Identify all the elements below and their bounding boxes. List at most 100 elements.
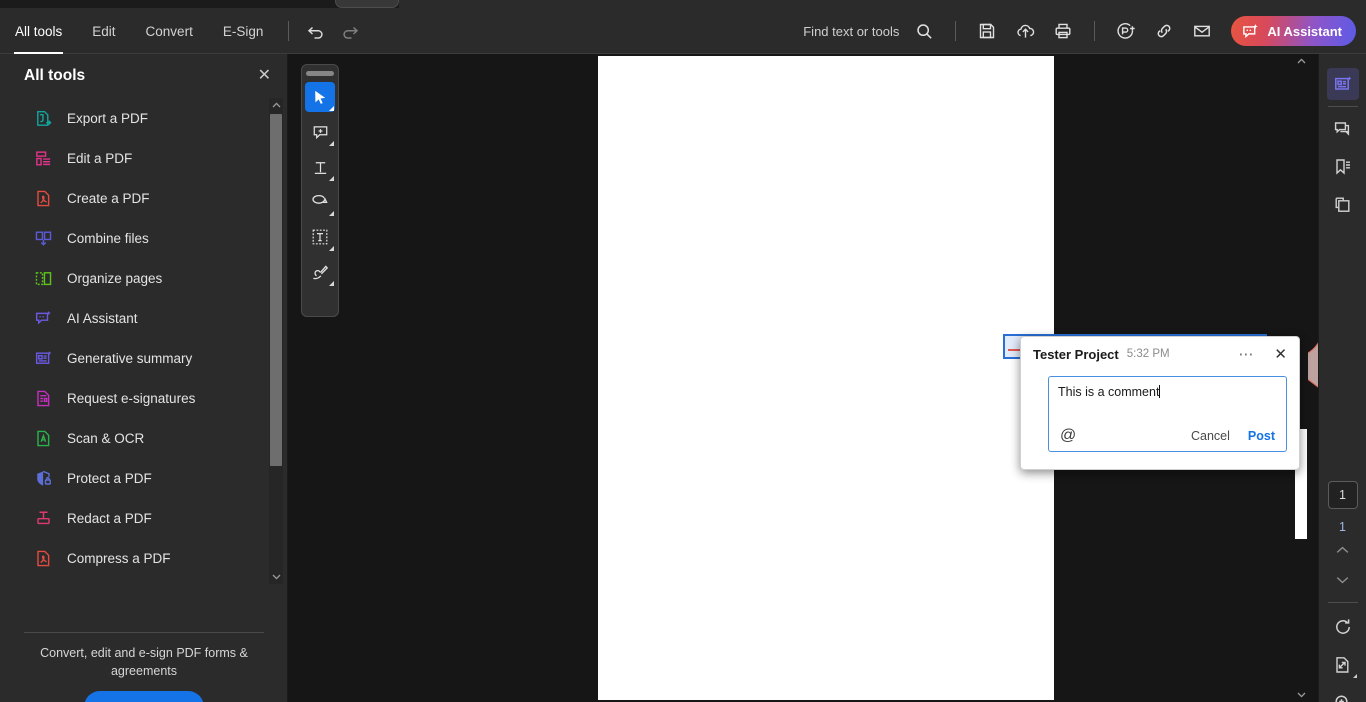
tools-list: Export a PDF Edit a PDF Create a PDF Com… xyxy=(0,98,288,584)
add-stamp-button[interactable] xyxy=(1109,14,1143,48)
undo-icon xyxy=(308,26,323,39)
fit-page-button[interactable] xyxy=(1327,649,1359,681)
sidebar-item-export-a-pdf[interactable]: Export a PDF xyxy=(0,98,288,138)
sidebar-item-request-e-signatures[interactable]: Request e-signatures xyxy=(0,378,288,418)
sidebar-item-label: Protect a PDF xyxy=(67,470,152,486)
upload-cloud-button[interactable] xyxy=(1008,14,1042,48)
previous-page-button[interactable] xyxy=(1327,536,1359,564)
promo-text: Convert, edit and e-sign PDF forms & agr… xyxy=(40,646,248,679)
chevron-up-icon[interactable] xyxy=(269,98,283,112)
free-trial-button[interactable]: Free 7-day trial xyxy=(84,691,204,702)
text-caret xyxy=(1159,385,1161,398)
close-panel-button[interactable]: ✕ xyxy=(258,68,271,84)
ai-assistant-button[interactable]: AI Assistant xyxy=(1231,16,1356,46)
rail-generative-summary-button[interactable] xyxy=(1326,68,1359,100)
comment-popup[interactable]: Tester Project 5:32 PM ⋯ ✕ This is a com… xyxy=(1020,336,1300,470)
rail-divider xyxy=(1327,106,1358,107)
rail-bookmarks-button[interactable] xyxy=(1327,151,1359,183)
sidebar-item-create-a-pdf[interactable]: Create a PDF xyxy=(0,178,288,218)
sidebar-item-label: Organize pages xyxy=(67,270,163,286)
comments-icon xyxy=(1334,122,1349,136)
comment-plus-icon xyxy=(313,125,327,139)
panel-header: All tools ✕ xyxy=(0,54,287,98)
mail-button[interactable] xyxy=(1185,14,1219,48)
next-page-button[interactable] xyxy=(1327,566,1359,594)
tab-edit-label: Edit xyxy=(92,23,116,39)
drag-handle[interactable] xyxy=(306,71,334,76)
zoom-in-icon xyxy=(1334,695,1348,702)
sidebar-item-label: Edit a PDF xyxy=(67,150,133,166)
link-button[interactable] xyxy=(1147,14,1181,48)
search-button[interactable] xyxy=(907,14,941,48)
add-stamp-icon xyxy=(1117,22,1135,39)
chevron-down-icon xyxy=(329,246,334,251)
post-button[interactable]: Post xyxy=(1248,429,1275,443)
all-tools-panel: All tools ✕ Export a PDF Edit a PDF Crea… xyxy=(0,54,288,702)
sidebar-item-redact-a-pdf[interactable]: Redact a PDF xyxy=(0,498,288,538)
chevron-down-icon xyxy=(329,106,334,111)
rail-page-thumbnails-button[interactable] xyxy=(1327,189,1359,221)
sidebar-item-protect-a-pdf[interactable]: Protect a PDF xyxy=(0,458,288,498)
more-options-icon[interactable]: ⋯ xyxy=(1238,347,1254,362)
chevron-down-icon[interactable] xyxy=(269,570,283,584)
generative-summary-icon xyxy=(1334,76,1351,90)
text-select-tool-button[interactable] xyxy=(305,222,335,252)
page-number-input[interactable]: 1 xyxy=(1327,481,1358,509)
current-page-value: 1 xyxy=(1339,488,1346,502)
comment-timestamp: 5:32 PM xyxy=(1126,348,1170,360)
rotate-button[interactable] xyxy=(1327,611,1359,643)
sidebar-item-edit-a-pdf[interactable]: Edit a PDF xyxy=(0,138,288,178)
menu-tabs: All tools Edit Convert E-Sign xyxy=(0,8,367,54)
chevron-up-icon xyxy=(1336,546,1349,553)
compress-pdf-icon xyxy=(33,548,53,568)
tab-esign[interactable]: E-Sign xyxy=(208,8,279,54)
at-mention-icon[interactable]: @ xyxy=(1060,428,1076,444)
chevron-down-icon[interactable] xyxy=(1294,688,1308,702)
scan-ocr-icon xyxy=(33,428,53,448)
sidebar-item-label: Scan & OCR xyxy=(67,430,145,446)
edit-pdf-icon xyxy=(33,148,53,168)
ai-assistant-icon xyxy=(33,308,53,328)
zoom-in-button[interactable] xyxy=(1327,687,1359,702)
add-text-tool-button[interactable] xyxy=(305,152,335,182)
toolbar-actions: Find text or tools AI Assistant xyxy=(803,8,1356,54)
chevron-down-icon xyxy=(1352,674,1357,678)
tab-edit[interactable]: Edit xyxy=(77,8,130,54)
pdf-page[interactable]: The Hound of the Baskervilles Arthur Con… xyxy=(598,56,1334,700)
sidebar-item-combine-files[interactable]: Combine files xyxy=(0,218,288,258)
sidebar-item-compress-a-pdf[interactable]: Compress a PDF xyxy=(0,538,288,578)
comment-input-box[interactable]: This is a comment @ Cancel Post xyxy=(1048,376,1287,452)
request-esign-icon xyxy=(33,388,53,408)
annotation-toolbar[interactable] xyxy=(301,64,339,317)
lasso-tool-button[interactable] xyxy=(305,187,335,217)
sidebar-item-ai-assistant[interactable]: AI Assistant xyxy=(0,298,288,338)
sidebar-item-generative-summary[interactable]: Generative summary xyxy=(0,338,288,378)
toolbar-divider-2 xyxy=(955,21,957,41)
redo-button[interactable] xyxy=(333,14,367,48)
print-button[interactable] xyxy=(1046,14,1080,48)
close-icon[interactable]: ✕ xyxy=(1274,347,1287,362)
tab-convert[interactable]: Convert xyxy=(131,8,208,54)
cancel-button[interactable]: Cancel xyxy=(1191,429,1230,443)
tab-all-tools[interactable]: All tools xyxy=(0,8,77,54)
undo-button[interactable] xyxy=(299,14,333,48)
save-button[interactable] xyxy=(970,14,1004,48)
find-label[interactable]: Find text or tools xyxy=(803,24,899,39)
comment-text-value: This is a comment xyxy=(1058,385,1160,399)
sidebar-item-organize-pages[interactable]: Organize pages xyxy=(0,258,288,298)
right-sidebar: 1 1 xyxy=(1318,54,1366,702)
draw-pen-tool-button[interactable] xyxy=(305,257,335,287)
select-cursor-tool-button[interactable] xyxy=(305,82,335,112)
sidebar-scrollbar-thumb[interactable] xyxy=(270,114,282,466)
text-tool-icon xyxy=(314,161,326,174)
rail-comments-button[interactable] xyxy=(1327,113,1359,145)
document-tab[interactable] xyxy=(335,0,399,8)
sidebar-scrollbar[interactable] xyxy=(269,98,283,584)
sidebar-item-label: AI Assistant xyxy=(67,310,138,326)
sidebar-item-scan-and-ocr[interactable]: Scan & OCR xyxy=(0,418,288,458)
add-comment-tool-button[interactable] xyxy=(305,117,335,147)
chevron-up-icon[interactable] xyxy=(1294,54,1308,68)
combine-files-icon xyxy=(33,228,53,248)
mail-icon xyxy=(1194,25,1211,37)
redact-pdf-icon xyxy=(33,508,53,528)
